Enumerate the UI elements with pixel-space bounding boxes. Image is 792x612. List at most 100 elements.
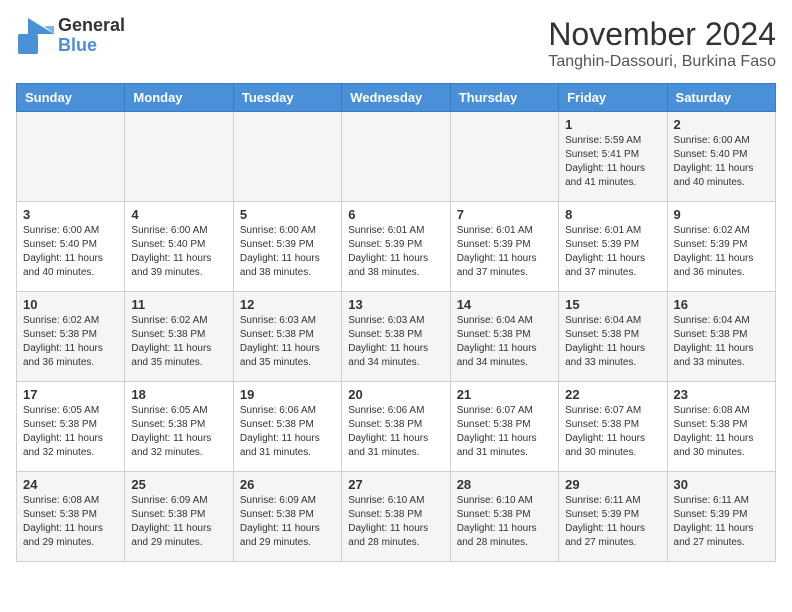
daylight-text: Daylight: 11 hours and 30 minutes. [674,433,754,458]
sunrise-text: Sunrise: 6:04 AM [565,315,641,326]
location: Tanghin-Dassouri, Burkina Faso [548,53,776,71]
sunrise-text: Sunrise: 6:11 AM [674,495,749,506]
weekday-header-monday: Monday [125,84,233,112]
weekday-header-tuesday: Tuesday [233,84,341,112]
day-number: 11 [131,297,226,312]
sunset-text: Sunset: 5:38 PM [131,419,205,430]
day-number: 29 [565,477,660,492]
day-number: 4 [131,207,226,222]
day-number: 20 [348,387,443,402]
calendar-cell: 28 Sunrise: 6:10 AM Sunset: 5:38 PM Dayl… [450,472,558,562]
daylight-text: Daylight: 11 hours and 27 minutes. [565,523,645,548]
daylight-text: Daylight: 11 hours and 31 minutes. [240,433,320,458]
sunrise-text: Sunrise: 6:04 AM [674,315,750,326]
calendar-week-4: 17 Sunrise: 6:05 AM Sunset: 5:38 PM Dayl… [17,382,776,472]
sunset-text: Sunset: 5:40 PM [131,239,205,250]
day-info: Sunrise: 6:01 AM Sunset: 5:39 PM Dayligh… [348,224,443,280]
calendar-cell: 22 Sunrise: 6:07 AM Sunset: 5:38 PM Dayl… [559,382,667,472]
sunrise-text: Sunrise: 6:06 AM [240,405,316,416]
day-number: 26 [240,477,335,492]
calendar-cell: 1 Sunrise: 5:59 AM Sunset: 5:41 PM Dayli… [559,112,667,202]
sunrise-text: Sunrise: 6:00 AM [674,135,750,146]
day-number: 21 [457,387,552,402]
daylight-text: Daylight: 11 hours and 40 minutes. [674,163,754,188]
sunset-text: Sunset: 5:38 PM [348,329,422,340]
daylight-text: Daylight: 11 hours and 34 minutes. [457,343,537,368]
calendar-cell: 7 Sunrise: 6:01 AM Sunset: 5:39 PM Dayli… [450,202,558,292]
sunset-text: Sunset: 5:38 PM [457,329,531,340]
daylight-text: Daylight: 11 hours and 28 minutes. [348,523,428,548]
sunrise-text: Sunrise: 6:02 AM [23,315,99,326]
calendar-header: SundayMondayTuesdayWednesdayThursdayFrid… [17,84,776,112]
calendar-table: SundayMondayTuesdayWednesdayThursdayFrid… [16,83,776,562]
calendar-cell: 3 Sunrise: 6:00 AM Sunset: 5:40 PM Dayli… [17,202,125,292]
calendar-cell: 2 Sunrise: 6:00 AM Sunset: 5:40 PM Dayli… [667,112,775,202]
sunset-text: Sunset: 5:39 PM [674,509,748,520]
sunrise-text: Sunrise: 6:01 AM [565,225,641,236]
daylight-text: Daylight: 11 hours and 38 minutes. [240,253,320,278]
sunrise-text: Sunrise: 6:05 AM [131,405,207,416]
calendar-cell [233,112,341,202]
sunrise-text: Sunrise: 6:03 AM [348,315,424,326]
calendar-cell: 21 Sunrise: 6:07 AM Sunset: 5:38 PM Dayl… [450,382,558,472]
daylight-text: Daylight: 11 hours and 35 minutes. [131,343,211,368]
calendar-cell: 5 Sunrise: 6:00 AM Sunset: 5:39 PM Dayli… [233,202,341,292]
sunset-text: Sunset: 5:41 PM [565,149,639,160]
sunrise-text: Sunrise: 6:08 AM [23,495,99,506]
day-number: 19 [240,387,335,402]
calendar-cell: 30 Sunrise: 6:11 AM Sunset: 5:39 PM Dayl… [667,472,775,562]
calendar-cell: 26 Sunrise: 6:09 AM Sunset: 5:38 PM Dayl… [233,472,341,562]
sunset-text: Sunset: 5:39 PM [240,239,314,250]
sunrise-text: Sunrise: 6:09 AM [131,495,207,506]
sunset-text: Sunset: 5:38 PM [240,329,314,340]
day-info: Sunrise: 6:08 AM Sunset: 5:38 PM Dayligh… [23,494,118,550]
daylight-text: Daylight: 11 hours and 38 minutes. [348,253,428,278]
calendar-cell: 9 Sunrise: 6:02 AM Sunset: 5:39 PM Dayli… [667,202,775,292]
day-info: Sunrise: 6:04 AM Sunset: 5:38 PM Dayligh… [674,314,769,370]
sunset-text: Sunset: 5:38 PM [23,509,97,520]
daylight-text: Daylight: 11 hours and 27 minutes. [674,523,754,548]
sunset-text: Sunset: 5:38 PM [565,329,639,340]
day-info: Sunrise: 6:07 AM Sunset: 5:38 PM Dayligh… [457,404,552,460]
daylight-text: Daylight: 11 hours and 40 minutes. [23,253,103,278]
day-number: 15 [565,297,660,312]
daylight-text: Daylight: 11 hours and 29 minutes. [240,523,320,548]
calendar-cell: 14 Sunrise: 6:04 AM Sunset: 5:38 PM Dayl… [450,292,558,382]
logo-general: General [58,15,125,35]
page-header: General Blue November 2024 Tanghin-Dasso… [16,16,776,71]
sunset-text: Sunset: 5:38 PM [23,419,97,430]
day-number: 14 [457,297,552,312]
day-info: Sunrise: 6:10 AM Sunset: 5:38 PM Dayligh… [348,494,443,550]
day-number: 3 [23,207,118,222]
calendar-cell: 13 Sunrise: 6:03 AM Sunset: 5:38 PM Dayl… [342,292,450,382]
calendar-cell: 6 Sunrise: 6:01 AM Sunset: 5:39 PM Dayli… [342,202,450,292]
daylight-text: Daylight: 11 hours and 32 minutes. [23,433,103,458]
sunrise-text: Sunrise: 5:59 AM [565,135,641,146]
day-info: Sunrise: 6:03 AM Sunset: 5:38 PM Dayligh… [240,314,335,370]
sunrise-text: Sunrise: 6:02 AM [674,225,750,236]
day-info: Sunrise: 6:00 AM Sunset: 5:40 PM Dayligh… [131,224,226,280]
weekday-header-saturday: Saturday [667,84,775,112]
daylight-text: Daylight: 11 hours and 28 minutes. [457,523,537,548]
calendar-cell [342,112,450,202]
sunset-text: Sunset: 5:38 PM [565,419,639,430]
day-info: Sunrise: 5:59 AM Sunset: 5:41 PM Dayligh… [565,134,660,190]
sunrise-text: Sunrise: 6:01 AM [457,225,533,236]
sunset-text: Sunset: 5:39 PM [674,239,748,250]
calendar-cell: 15 Sunrise: 6:04 AM Sunset: 5:38 PM Dayl… [559,292,667,382]
day-info: Sunrise: 6:05 AM Sunset: 5:38 PM Dayligh… [23,404,118,460]
calendar-cell: 10 Sunrise: 6:02 AM Sunset: 5:38 PM Dayl… [17,292,125,382]
day-number: 25 [131,477,226,492]
day-info: Sunrise: 6:11 AM Sunset: 5:39 PM Dayligh… [674,494,769,550]
sunrise-text: Sunrise: 6:00 AM [240,225,316,236]
day-info: Sunrise: 6:06 AM Sunset: 5:38 PM Dayligh… [240,404,335,460]
daylight-text: Daylight: 11 hours and 32 minutes. [131,433,211,458]
day-info: Sunrise: 6:00 AM Sunset: 5:40 PM Dayligh… [674,134,769,190]
calendar-cell [17,112,125,202]
sunset-text: Sunset: 5:38 PM [131,509,205,520]
day-number: 27 [348,477,443,492]
day-number: 12 [240,297,335,312]
day-info: Sunrise: 6:09 AM Sunset: 5:38 PM Dayligh… [240,494,335,550]
sunrise-text: Sunrise: 6:08 AM [674,405,750,416]
title-block: November 2024 Tanghin-Dassouri, Burkina … [548,16,776,71]
